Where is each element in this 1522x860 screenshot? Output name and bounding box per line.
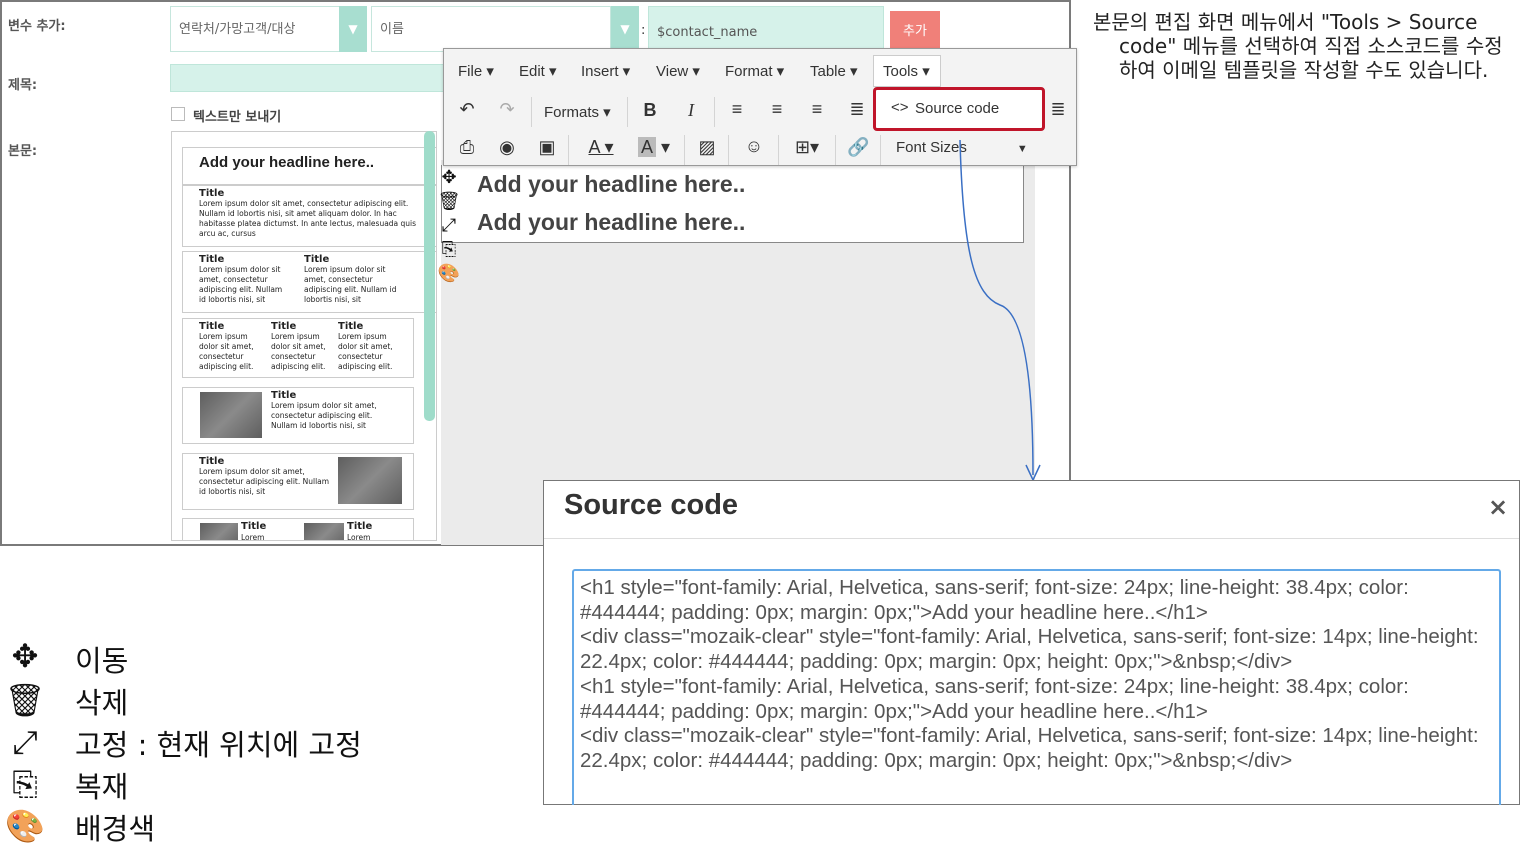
- block-palette: Add your headline here.. Title Lorem ips…: [171, 131, 437, 541]
- align-justify-icon[interactable]: ≣: [1050, 99, 1066, 120]
- chevron-down-icon[interactable]: ▼: [611, 6, 639, 52]
- media-icon[interactable]: ▣: [536, 137, 558, 158]
- menu-edit[interactable]: Edit ▾: [519, 62, 557, 80]
- print-icon[interactable]: ⎙: [456, 137, 478, 158]
- preview-icon[interactable]: ◉: [496, 137, 518, 158]
- source-code-textarea[interactable]: <h1 style="font-family: Arial, Helvetica…: [572, 569, 1501, 805]
- separator: [627, 97, 628, 127]
- block-text-1col[interactable]: Title Lorem ipsum dolor sit amet, consec…: [182, 185, 436, 247]
- emoticon-icon[interactable]: ☺: [742, 136, 766, 157]
- image-icon[interactable]: ▨: [696, 137, 718, 158]
- editor-headline[interactable]: Add your headline here..: [477, 209, 745, 236]
- variable-field-select[interactable]: 이름: [371, 6, 611, 52]
- close-icon[interactable]: ×: [1488, 493, 1508, 521]
- block-text-2col[interactable]: Title Lorem ipsum dolor sit amet, consec…: [182, 251, 436, 313]
- column: Title Lorem ipsum dolor sit amet, consec…: [338, 321, 393, 371]
- italic-icon[interactable]: I: [680, 100, 702, 121]
- block-text-3col[interactable]: Title Lorem ipsum dolor sit amet, consec…: [182, 318, 414, 378]
- text-only-label: 텍스트만 보내기: [193, 110, 282, 125]
- block-image-left[interactable]: Title Lorem ipsum dolor sit amet, consec…: [182, 387, 414, 444]
- editor-headline[interactable]: Add your headline here..: [477, 171, 745, 198]
- separator: [714, 97, 715, 127]
- menu-view[interactable]: View ▾: [656, 62, 700, 80]
- link-icon[interactable]: 🔗: [847, 137, 869, 158]
- block-image-right[interactable]: Title Lorem ipsum dolor sit amet, consec…: [182, 453, 414, 510]
- align-right-icon[interactable]: ≡: [806, 99, 828, 120]
- dialog-title: Source code: [564, 489, 739, 521]
- palette-icon: 🎨: [5, 807, 45, 845]
- column: Title Lorem ipsum dolor sit amet, consec…: [304, 254, 397, 304]
- menu-tools[interactable]: Tools ▾: [873, 55, 941, 87]
- block-tools: ✥ 🗑 ⤢ ⎘ 🎨: [436, 166, 464, 288]
- duplicate-icon[interactable]: ⎘: [436, 238, 462, 262]
- image-placeholder: [338, 457, 402, 504]
- subject-input[interactable]: [170, 64, 445, 92]
- image-placeholder: [200, 523, 238, 540]
- palette-scrollbar[interactable]: [424, 131, 435, 421]
- formats-dropdown[interactable]: Formats ▾: [544, 103, 611, 121]
- separator: [568, 135, 569, 165]
- menu-table[interactable]: Table ▾: [810, 62, 858, 80]
- column: Title Lorem ipsum dolor sit amet, consec…: [271, 390, 377, 430]
- variable-value-field[interactable]: $contact_name: [648, 6, 884, 52]
- bold-icon[interactable]: B: [639, 100, 661, 121]
- redo-icon[interactable]: ↷: [496, 99, 518, 120]
- variable-add-label: 변수 추가:: [8, 19, 66, 34]
- undo-icon[interactable]: ↶: [456, 99, 478, 120]
- source-code-menu-item[interactable]: <> Source code: [873, 87, 1045, 131]
- legend-duplicate: 복재: [75, 770, 129, 804]
- editor-content[interactable]: Add your headline here.. Add your headli…: [441, 165, 1024, 243]
- align-left-icon[interactable]: ≡: [726, 99, 748, 120]
- palette-icon[interactable]: 🎨: [436, 262, 462, 286]
- legend-move: 이동: [75, 644, 129, 678]
- source-code-dialog: Source code × <h1 style="font-family: Ar…: [543, 480, 1520, 805]
- separator: [684, 135, 685, 165]
- block-headline[interactable]: Add your headline here..: [182, 147, 436, 185]
- legend-background: 배경색: [75, 812, 156, 846]
- align-center-icon[interactable]: ≡: [766, 99, 788, 120]
- chevron-down-icon[interactable]: ▼: [339, 6, 367, 52]
- dialog-header: Source code ×: [544, 481, 1519, 539]
- column: Title Lorem ipsum dolor sit amet, consec…: [199, 254, 283, 304]
- legend-delete: 삭제: [75, 686, 129, 720]
- pin-icon: ⤢: [12, 723, 38, 761]
- column: Title Lorem ipsum dolor sit amet, consec…: [199, 321, 254, 371]
- image-placeholder: [304, 523, 344, 540]
- colon-separator: :: [641, 23, 646, 38]
- add-variable-button[interactable]: 추가: [890, 11, 940, 53]
- subject-label: 제목:: [8, 78, 38, 93]
- annotation-text: 본문의 편집 화면 메뉴에서 "Tools > Source code" 메뉴를…: [1093, 10, 1503, 82]
- menu-insert[interactable]: Insert ▾: [581, 62, 630, 80]
- trash-icon: 🗑: [4, 681, 46, 719]
- pin-icon[interactable]: ⤢: [436, 214, 462, 238]
- align-justify-icon[interactable]: ≣: [846, 99, 868, 120]
- body-label: 본문:: [8, 144, 38, 159]
- table-icon[interactable]: ⊞▾: [789, 137, 825, 158]
- callout-arrow: [959, 139, 1041, 482]
- move-icon[interactable]: ✥: [436, 166, 462, 190]
- image-placeholder: [200, 392, 262, 438]
- text-only-checkbox[interactable]: [171, 107, 185, 121]
- block-image-2col[interactable]: Title Lorem Title Lorem: [182, 518, 414, 540]
- separator: [778, 135, 779, 165]
- separator: [880, 135, 881, 165]
- separator: [728, 135, 729, 165]
- variable-category-select[interactable]: 연락처/가망고객/대상: [170, 6, 340, 52]
- separator: [835, 135, 836, 165]
- legend-pin: 고정 : 현재 위치에 고정: [75, 728, 362, 762]
- code-icon: <>: [891, 99, 909, 116]
- menu-format[interactable]: Format ▾: [725, 62, 784, 80]
- move-icon: ✥: [11, 637, 39, 675]
- column: Title Lorem ipsum dolor sit amet, consec…: [271, 321, 326, 371]
- menu-file[interactable]: File ▾: [458, 62, 494, 80]
- column: Title Lorem ipsum dolor sit amet, consec…: [199, 456, 330, 496]
- text-color-icon[interactable]: A ▾: [581, 137, 621, 158]
- separator: [531, 97, 532, 127]
- duplicate-icon: ⎘: [12, 765, 38, 803]
- trash-icon[interactable]: 🗑: [436, 190, 462, 214]
- background-color-icon[interactable]: A ▾: [634, 137, 674, 158]
